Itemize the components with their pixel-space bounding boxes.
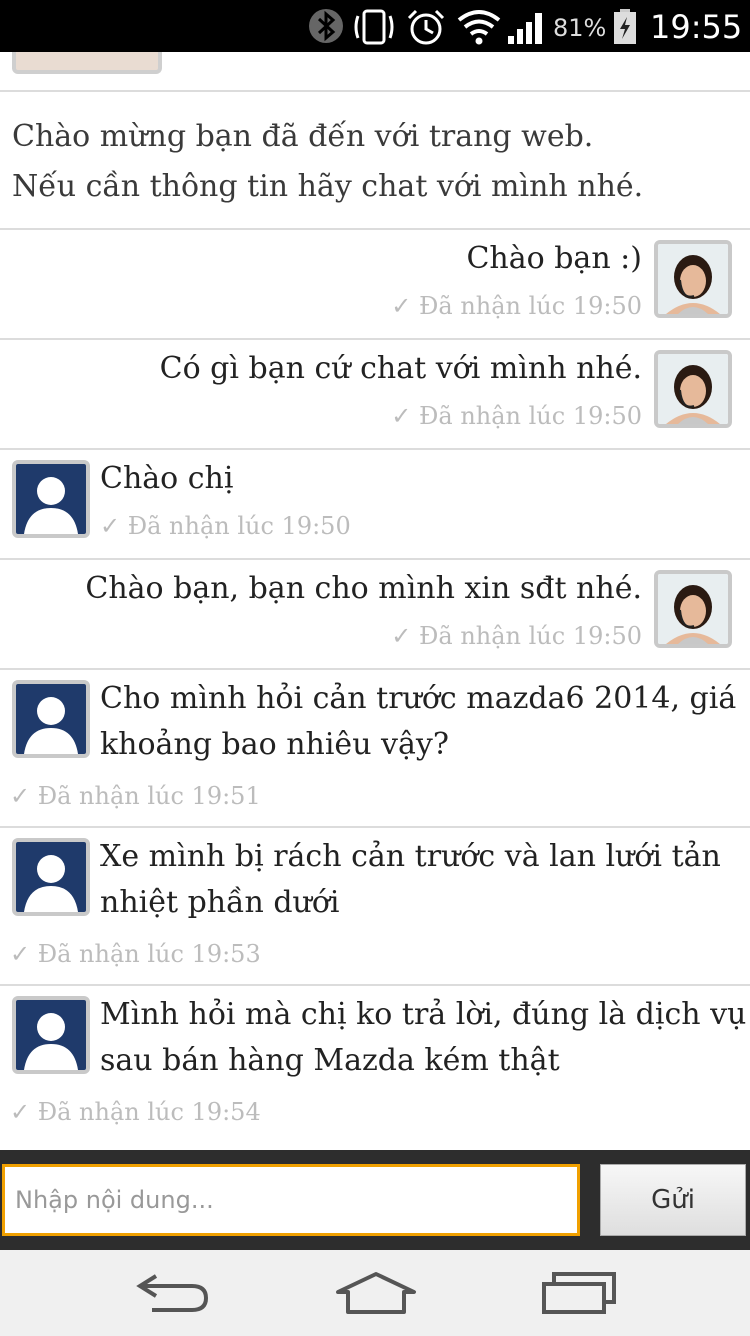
battery-percent: 81% xyxy=(553,14,607,42)
message-row: Xe mình bị rách cản trước và lan lưới tả… xyxy=(0,826,750,986)
message-row: Chào chị ✓ Đã nhận lúc 19:50 xyxy=(0,448,750,560)
message-text: Chào bạn, bạn cho mình xin sđt nhé. xyxy=(85,571,642,606)
message-text-line: Cho mình hỏi cản trước mazda6 2014, giá xyxy=(100,681,737,716)
message-row: Chào bạn :) ✓ Đã nhận lúc 19:50 xyxy=(0,228,750,340)
message-text-line: khoảng bao nhiêu vậy? xyxy=(100,727,449,762)
back-icon[interactable] xyxy=(134,1270,214,1316)
signal-icon xyxy=(508,13,542,44)
message-text: Chào chị xyxy=(100,461,234,496)
avatar-partial xyxy=(12,52,162,74)
agent-avatar xyxy=(654,570,732,648)
welcome-line-1: Chào mừng bạn đã đến với trang web. xyxy=(12,119,594,154)
message-time: ✓ Đã nhận lúc 19:54 xyxy=(10,1098,261,1126)
message-time: ✓ Đã nhận lúc 19:50 xyxy=(391,622,642,650)
message-time: ✓ Đã nhận lúc 19:51 xyxy=(10,782,261,810)
message-row: Có gì bạn cứ chat với mình nhé. ✓ Đã nhậ… xyxy=(0,338,750,450)
status-bar: 81% 19:55 xyxy=(0,0,750,52)
user-avatar xyxy=(12,460,90,538)
bluetooth-icon xyxy=(309,9,343,43)
welcome-message: Chào mừng bạn đã đến với trang web. Nếu … xyxy=(0,90,750,230)
message-row: Mình hỏi mà chị ko trả lời, đúng là dịch… xyxy=(0,984,750,1150)
agent-avatar xyxy=(654,350,732,428)
message-text-line: nhiệt phần dưới xyxy=(100,885,340,920)
compose-bar: Nhập nội dung... Gửi xyxy=(0,1150,750,1250)
message-time: ✓ Đã nhận lúc 19:50 xyxy=(391,402,642,430)
navigation-bar xyxy=(0,1250,750,1336)
message-row: Cho mình hỏi cản trước mazda6 2014, giá … xyxy=(0,668,750,828)
vibrate-icon xyxy=(354,9,394,45)
message-time: ✓ Đã nhận lúc 19:50 xyxy=(391,292,642,320)
message-row: Chào bạn, bạn cho mình xin sđt nhé. ✓ Đã… xyxy=(0,558,750,670)
wifi-icon xyxy=(457,10,501,45)
user-avatar xyxy=(12,996,90,1074)
welcome-line-2: Nếu cần thông tin hãy chat với mình nhé. xyxy=(12,169,644,204)
home-icon[interactable] xyxy=(334,1270,418,1316)
chat-log[interactable]: Chào mừng bạn đã đến với trang web. Nếu … xyxy=(0,52,750,1150)
battery-charging-icon xyxy=(614,9,636,44)
message-time: ✓ Đã nhận lúc 19:50 xyxy=(100,512,351,540)
send-button[interactable]: Gửi xyxy=(600,1164,746,1236)
alarm-icon xyxy=(407,9,445,45)
recent-apps-icon[interactable] xyxy=(540,1270,620,1316)
message-text-line: sau bán hàng Mazda kém thật xyxy=(100,1043,560,1078)
message-text-line: Xe mình bị rách cản trước và lan lưới tả… xyxy=(100,839,721,874)
message-text: Có gì bạn cứ chat với mình nhé. xyxy=(159,351,642,386)
user-avatar xyxy=(12,838,90,916)
message-text-line: Mình hỏi mà chị ko trả lời, đúng là dịch… xyxy=(100,997,747,1032)
status-time: 19:55 xyxy=(650,8,743,46)
message-input[interactable]: Nhập nội dung... xyxy=(2,1164,580,1236)
agent-avatar xyxy=(654,240,732,318)
user-avatar xyxy=(12,680,90,758)
message-text: Chào bạn :) xyxy=(466,241,642,276)
message-time: ✓ Đã nhận lúc 19:53 xyxy=(10,940,261,968)
